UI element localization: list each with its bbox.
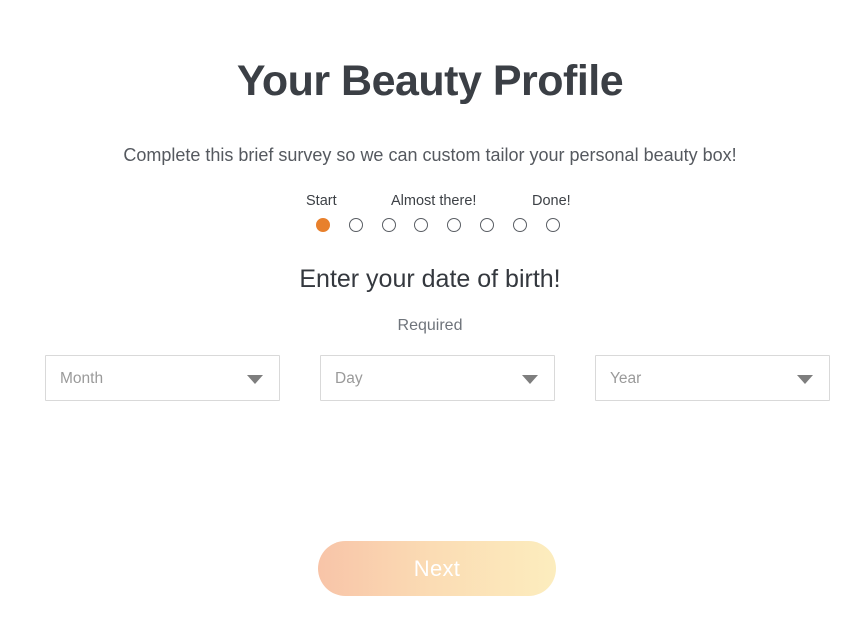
question-required-label: Required [397,317,463,334]
progress-dot-4[interactable] [414,218,429,232]
progress-dot-3[interactable] [381,218,396,232]
next-button[interactable]: Next [318,541,556,596]
date-of-birth-inputs: Month Day Year [0,355,860,401]
progress-label-end: Done! [532,193,571,209]
day-select[interactable]: Day [320,355,555,401]
month-select-value: Month [60,370,104,387]
progress-tracker: Start Almost there! Done! [0,193,860,242]
chevron-down-icon [522,375,538,384]
progress-label-middle: Almost there! [391,193,477,209]
progress-dots [0,218,860,242]
day-select-value: Day [335,370,363,387]
question-title: Enter your date of birth! [299,265,561,293]
chevron-down-icon [247,375,263,384]
progress-dot-7[interactable] [512,218,527,232]
page-title: Your Beauty Profile [236,57,624,105]
progress-labels: Start Almost there! Done! [0,193,860,213]
year-select[interactable]: Year [595,355,830,401]
page-subtitle: Complete this brief survey so we can cus… [123,145,737,165]
progress-dot-5[interactable] [447,218,462,232]
month-select[interactable]: Month [45,355,280,401]
progress-label-start: Start [306,193,337,209]
progress-dot-6[interactable] [480,218,494,232]
chevron-down-icon [797,375,813,384]
year-select-value: Year [610,370,642,387]
progress-dot-1[interactable] [316,218,330,232]
progress-dot-8[interactable] [545,218,560,232]
progress-dot-2[interactable] [348,218,363,232]
beauty-profile-survey-page: Your Beauty Profile Complete this brief … [0,0,860,644]
